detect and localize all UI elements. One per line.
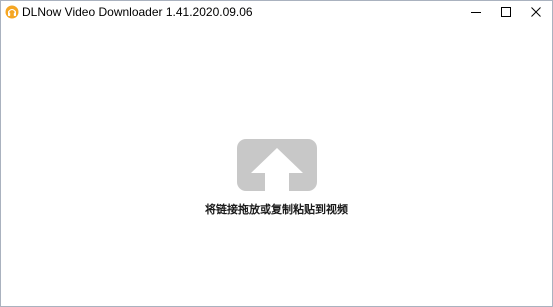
app-window: DLNow Video Downloader 1.41.2020.09.06 将… [0, 0, 553, 307]
minimize-button[interactable] [461, 1, 491, 23]
maximize-icon [501, 7, 511, 17]
close-icon [531, 7, 541, 17]
drop-instruction: 将链接拖放或复制粘贴到视频 [205, 203, 348, 216]
window-title: DLNow Video Downloader 1.41.2020.09.06 [22, 5, 253, 19]
close-button[interactable] [521, 1, 551, 23]
title-bar[interactable]: DLNow Video Downloader 1.41.2020.09.06 [1, 1, 552, 23]
upload-arrow-icon [237, 139, 317, 191]
dlnow-app-icon [5, 5, 19, 19]
maximize-button[interactable] [491, 1, 521, 23]
drop-zone[interactable]: 将链接拖放或复制粘贴到视频 [1, 23, 552, 306]
minimize-icon [471, 12, 481, 13]
